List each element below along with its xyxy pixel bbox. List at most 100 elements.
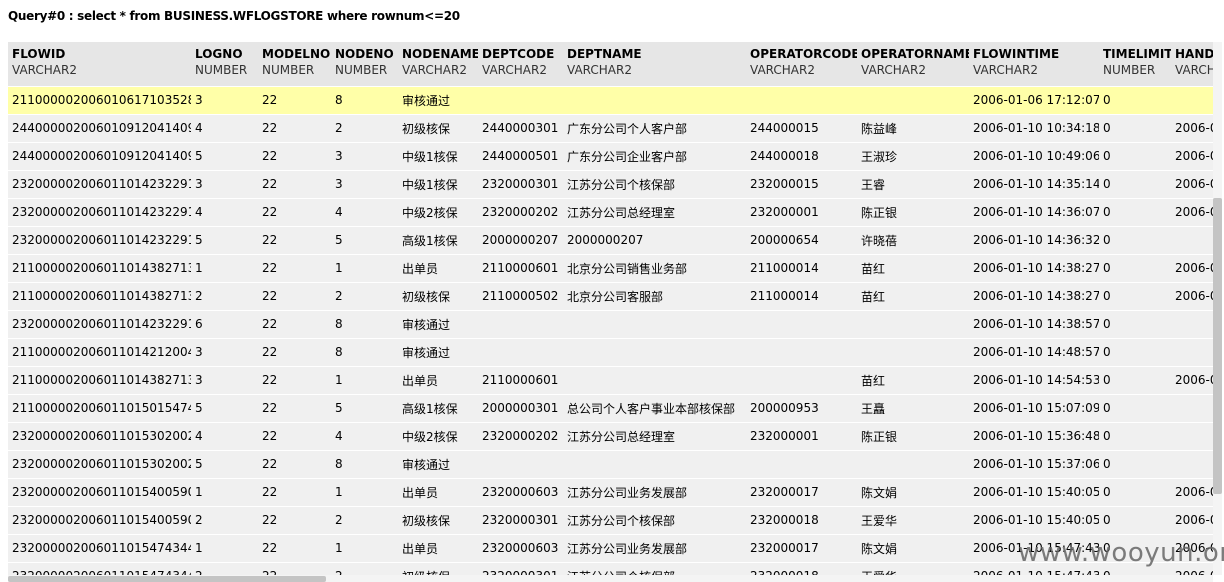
- cell-deptname[interactable]: [563, 450, 746, 479]
- cell-nodeno[interactable]: 3: [331, 142, 398, 171]
- cell-nodename[interactable]: 高级1核保: [398, 394, 478, 423]
- column-header-modelno[interactable]: MODELNO NUMBER: [258, 42, 331, 87]
- cell-operatorcode[interactable]: [746, 310, 857, 339]
- cell-handl[interactable]: 2006-0: [1171, 366, 1213, 395]
- cell-deptname[interactable]: [563, 338, 746, 367]
- cell-nodeno[interactable]: 1: [331, 534, 398, 563]
- cell-timelimit[interactable]: 0: [1099, 282, 1171, 311]
- cell-flowid[interactable]: 23200000200601101423229​16: [8, 170, 191, 199]
- cell-timelimit[interactable]: 0: [1099, 478, 1171, 507]
- cell-nodename[interactable]: 中级1核保: [398, 142, 478, 171]
- cell-nodeno[interactable]: 5: [331, 226, 398, 255]
- cell-nodeno[interactable]: 8: [331, 338, 398, 367]
- cell-nodeno[interactable]: 1: [331, 254, 398, 283]
- cell-handl[interactable]: [1171, 450, 1213, 479]
- cell-modelno[interactable]: 22: [258, 198, 331, 227]
- cell-nodename[interactable]: 审核通过: [398, 86, 478, 115]
- column-header-timelimit[interactable]: TIMELIMIT NUMBER: [1099, 42, 1171, 87]
- cell-logno[interactable]: 5: [191, 142, 258, 171]
- cell-handl[interactable]: 2006-0: [1171, 142, 1213, 171]
- cell-operatorname[interactable]: 苗红: [857, 366, 969, 395]
- cell-logno[interactable]: 2: [191, 562, 258, 575]
- cell-deptcode[interactable]: [478, 86, 563, 115]
- cell-nodeno[interactable]: 2: [331, 282, 398, 311]
- cell-nodeno[interactable]: 8: [331, 86, 398, 115]
- cell-operatorcode[interactable]: [746, 366, 857, 395]
- cell-flowid[interactable]: 23200000200601101423229​16: [8, 226, 191, 255]
- column-header-deptcode[interactable]: DEPTCODE VARCHAR2: [478, 42, 563, 87]
- cell-modelno[interactable]: 22: [258, 282, 331, 311]
- table-row[interactable]: 21100000200601101438271​34 1 22 1 出单员 2110000…: [8, 254, 1213, 283]
- cell-handl[interactable]: [1171, 394, 1213, 423]
- cell-flowintime[interactable]: 2006-01-10 15:40:05: [969, 506, 1099, 535]
- cell-deptcode[interactable]: 2320000301: [478, 562, 563, 575]
- cell-flowid[interactable]: 23200000200601101423229​16: [8, 310, 191, 339]
- cell-nodename[interactable]: 初级核保: [398, 506, 478, 535]
- cell-operatorname[interactable]: 王矗: [857, 394, 969, 423]
- cell-operatorname[interactable]: 陈文娟: [857, 478, 969, 507]
- cell-modelno[interactable]: 22: [258, 394, 331, 423]
- cell-handl[interactable]: [1171, 86, 1213, 115]
- cell-flowintime[interactable]: 2006-01-10 14:38:57: [969, 310, 1099, 339]
- cell-flowid[interactable]: 23200000200601101540059​00: [8, 478, 191, 507]
- table-row[interactable]: 21100000200601061710352​81 3 22 8 审核通过 2006-0…: [8, 86, 1213, 115]
- cell-flowid[interactable]: 21100000200601101421200​41: [8, 338, 191, 367]
- cell-handl[interactable]: [1171, 338, 1213, 367]
- table-row[interactable]: 24400000200601091204140​93 5 22 3 中级1核保 24400…: [8, 142, 1213, 171]
- cell-deptcode[interactable]: 2110000601: [478, 254, 563, 283]
- cell-logno[interactable]: 5: [191, 394, 258, 423]
- cell-modelno[interactable]: 22: [258, 114, 331, 143]
- cell-nodename[interactable]: 中级2核保: [398, 422, 478, 451]
- column-header-nodename[interactable]: NODENAME VARCHAR2: [398, 42, 478, 87]
- cell-flowid[interactable]: 24400000200601091204140​93: [8, 142, 191, 171]
- table-row[interactable]: 23200000200601101530200​25 5 22 8 审核通过 2006-0…: [8, 450, 1213, 479]
- cell-logno[interactable]: 3: [191, 338, 258, 367]
- cell-logno[interactable]: 5: [191, 226, 258, 255]
- table-row[interactable]: 23200000200601101423229​16 3 22 3 中级1核保 23200…: [8, 170, 1213, 199]
- table-row[interactable]: 23200000200601101540059​00 2 22 2 初级核保 232000…: [8, 506, 1213, 535]
- column-header-operatorcode[interactable]: OPERATORCODE VARCHAR2: [746, 42, 857, 87]
- cell-flowid[interactable]: 23200000200601101530200​25: [8, 422, 191, 451]
- cell-flowintime[interactable]: 2006-01-10 15:36:48: [969, 422, 1099, 451]
- cell-handl[interactable]: 2006-0: [1171, 282, 1213, 311]
- cell-nodename[interactable]: 中级2核保: [398, 198, 478, 227]
- cell-modelno[interactable]: 22: [258, 478, 331, 507]
- cell-operatorname[interactable]: 王淑珍: [857, 142, 969, 171]
- cell-timelimit[interactable]: 0: [1099, 366, 1171, 395]
- cell-nodename[interactable]: 出单员: [398, 366, 478, 395]
- cell-nodeno[interactable]: 8: [331, 450, 398, 479]
- cell-deptname[interactable]: 北京分公司客服部: [563, 282, 746, 311]
- result-grid[interactable]: FLOWID VARCHAR2 LOGNO NUMBER MODELNO NUMBER NO…: [8, 42, 1213, 575]
- cell-operatorcode[interactable]: 232000001: [746, 422, 857, 451]
- cell-timelimit[interactable]: 0: [1099, 394, 1171, 423]
- cell-nodename[interactable]: 中级1核保: [398, 170, 478, 199]
- cell-operatorname[interactable]: [857, 450, 969, 479]
- cell-flowintime[interactable]: 2006-01-10 10:49:06: [969, 142, 1099, 171]
- cell-nodeno[interactable]: 4: [331, 198, 398, 227]
- cell-operatorcode[interactable]: 244000015: [746, 114, 857, 143]
- cell-deptname[interactable]: 江苏分公司业务发展部: [563, 534, 746, 563]
- cell-modelno[interactable]: 22: [258, 310, 331, 339]
- cell-deptcode[interactable]: 2440000501: [478, 142, 563, 171]
- cell-deptname[interactable]: 江苏分公司个核保部: [563, 562, 746, 575]
- cell-deptname[interactable]: 北京分公司销售业务部: [563, 254, 746, 283]
- cell-operatorname[interactable]: 王爱华: [857, 506, 969, 535]
- cell-logno[interactable]: 6: [191, 310, 258, 339]
- cell-modelno[interactable]: 22: [258, 254, 331, 283]
- cell-flowid[interactable]: 21100000200601061710352​81: [8, 86, 191, 115]
- cell-operatorcode[interactable]: 232000001: [746, 198, 857, 227]
- cell-deptname[interactable]: 广东分公司个人客户部: [563, 114, 746, 143]
- column-header-operatorname[interactable]: OPERATORNAME VARCHAR2: [857, 42, 969, 87]
- cell-handl[interactable]: 2006-0: [1171, 114, 1213, 143]
- cell-logno[interactable]: 2: [191, 282, 258, 311]
- cell-operatorcode[interactable]: 232000018: [746, 562, 857, 575]
- cell-handl[interactable]: [1171, 226, 1213, 255]
- cell-deptname[interactable]: [563, 86, 746, 115]
- column-header-flowid[interactable]: FLOWID VARCHAR2: [8, 42, 191, 87]
- cell-logno[interactable]: 1: [191, 478, 258, 507]
- cell-flowintime[interactable]: 2006-01-06 17:12:07: [969, 86, 1099, 115]
- cell-operatorcode[interactable]: [746, 86, 857, 115]
- cell-timelimit[interactable]: 0: [1099, 226, 1171, 255]
- cell-deptcode[interactable]: 2440000301: [478, 114, 563, 143]
- cell-flowintime[interactable]: 2006-01-10 15:40:05: [969, 478, 1099, 507]
